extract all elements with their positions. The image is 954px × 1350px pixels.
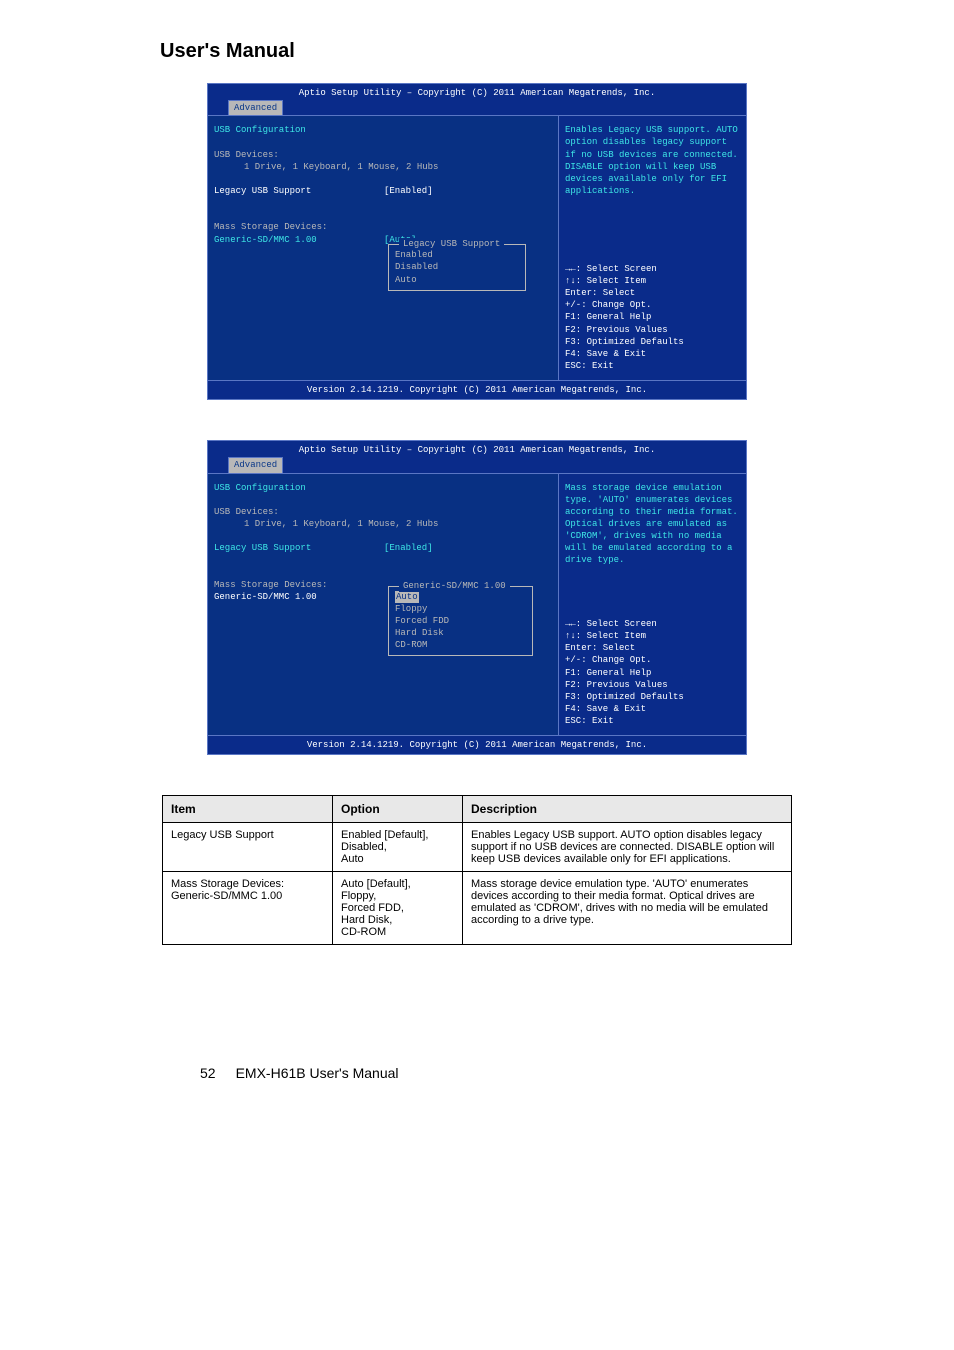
popup-option[interactable]: Enabled [395, 249, 519, 261]
key-hint: F2: Previous Values [565, 324, 740, 336]
key-hint: ↑↓: Select Item [565, 275, 740, 287]
key-hint: F3: Optimized Defaults [565, 336, 740, 348]
help-text: Enables Legacy USB support. AUTO option … [565, 124, 740, 214]
popup-option[interactable]: Floppy [395, 603, 526, 615]
bios-title: Aptio Setup Utility – Copyright (C) 2011… [207, 83, 747, 100]
tab-advanced[interactable]: Advanced [228, 457, 283, 472]
key-hint: F4: Save & Exit [565, 703, 740, 715]
key-hint: F1: General Help [565, 311, 740, 323]
cell-item: Legacy USB Support [163, 823, 333, 872]
legacy-usb-label[interactable]: Legacy USB Support [214, 542, 384, 554]
key-hint: ESC: Exit [565, 715, 740, 727]
popup-option[interactable]: Disabled [395, 261, 519, 273]
popup-title: Generic-SD/MMC 1.00 [399, 580, 510, 592]
legacy-usb-label[interactable]: Legacy USB Support [214, 185, 384, 197]
generic-sd-mmc-label[interactable]: Generic-SD/MMC 1.00 [214, 234, 384, 246]
page-number: 52 [200, 1065, 216, 1081]
popup-legacy-usb[interactable]: Legacy USB Support Enabled Disabled Auto [388, 244, 526, 290]
popup-option[interactable]: Auto [395, 274, 519, 286]
table-row: Legacy USB Support Enabled [Default], Di… [163, 823, 792, 872]
legacy-usb-value: [Enabled] [384, 185, 433, 197]
footer-text: EMX-H61B User's Manual [216, 1065, 814, 1081]
settings-table: Item Option Description Legacy USB Suppo… [162, 795, 792, 945]
key-hint: +/-: Change Opt. [565, 654, 740, 666]
popup-option[interactable]: Forced FDD [395, 615, 526, 627]
popup-option[interactable]: Hard Disk [395, 627, 526, 639]
key-hint: Enter: Select [565, 287, 740, 299]
key-hint: F3: Optimized Defaults [565, 691, 740, 703]
key-hint: F2: Previous Values [565, 679, 740, 691]
key-hint: →←: Select Screen [565, 263, 740, 275]
popup-generic-sd-mmc[interactable]: Generic-SD/MMC 1.00 Auto Floppy Forced F… [388, 586, 533, 657]
bios-title: Aptio Setup Utility – Copyright (C) 2011… [207, 440, 747, 457]
table-header-option: Option [333, 796, 463, 823]
bios-footer: Version 2.14.1219. Copyright (C) 2011 Am… [207, 381, 747, 400]
usb-devices-value: 1 Drive, 1 Keyboard, 1 Mouse, 2 Hubs [214, 161, 552, 173]
bios-screenshot-2: Aptio Setup Utility – Copyright (C) 2011… [40, 440, 914, 755]
table-row: Mass Storage Devices: Generic-SD/MMC 1.0… [163, 872, 792, 945]
bios-footer: Version 2.14.1219. Copyright (C) 2011 Am… [207, 736, 747, 755]
bios-screenshot-1: Aptio Setup Utility – Copyright (C) 2011… [40, 83, 914, 400]
cell-options: Auto [Default], Floppy, Forced FDD, Hard… [333, 872, 463, 945]
cell-desc: Mass storage device emulation type. 'AUT… [463, 872, 792, 945]
section-heading: USB Configuration [214, 124, 552, 136]
key-hint: Enter: Select [565, 642, 740, 654]
table-header-description: Description [463, 796, 792, 823]
cell-desc: Enables Legacy USB support. AUTO option … [463, 823, 792, 872]
popup-option[interactable]: CD-ROM [395, 639, 526, 651]
key-hint: →←: Select Screen [565, 618, 740, 630]
key-hint: F4: Save & Exit [565, 348, 740, 360]
usb-devices-label: USB Devices: [214, 149, 552, 161]
usb-devices-label: USB Devices: [214, 506, 552, 518]
cell-options: Enabled [Default], Disabled, Auto [333, 823, 463, 872]
popup-option-selected[interactable]: Auto [395, 591, 419, 603]
tab-advanced[interactable]: Advanced [228, 100, 283, 115]
section-heading: USB Configuration [214, 482, 552, 494]
key-hint: +/-: Change Opt. [565, 299, 740, 311]
key-hint: F1: General Help [565, 667, 740, 679]
popup-title: Legacy USB Support [399, 238, 504, 250]
help-text: Mass storage device emulation type. 'AUT… [565, 482, 740, 582]
table-header-item: Item [163, 796, 333, 823]
key-hint: ↑↓: Select Item [565, 630, 740, 642]
usb-devices-value: 1 Drive, 1 Keyboard, 1 Mouse, 2 Hubs [214, 518, 552, 530]
key-hint: ESC: Exit [565, 360, 740, 372]
mass-storage-label: Mass Storage Devices: [214, 221, 552, 233]
cell-item: Mass Storage Devices: Generic-SD/MMC 1.0… [163, 872, 333, 945]
legacy-usb-value: [Enabled] [384, 542, 433, 554]
generic-sd-mmc-label[interactable]: Generic-SD/MMC 1.00 [214, 591, 384, 603]
page-title: User's Manual [40, 40, 914, 63]
